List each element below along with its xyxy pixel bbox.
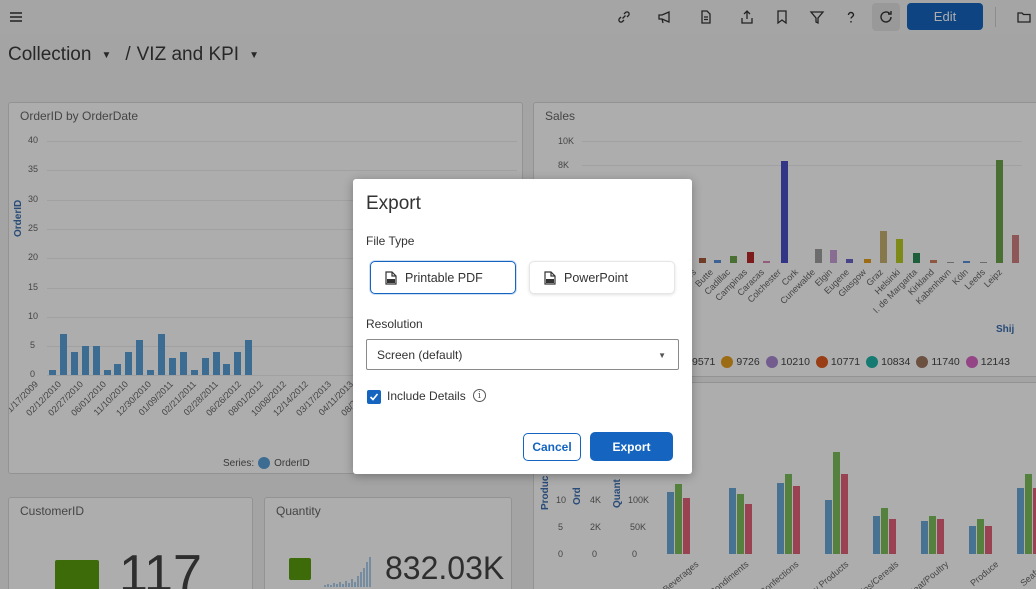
cancel-button[interactable]: Cancel xyxy=(523,433,581,461)
printable-pdf-option[interactable]: Printable PDF xyxy=(370,261,516,294)
include-details-checkbox[interactable] xyxy=(367,390,381,404)
export-button[interactable]: Export xyxy=(590,432,673,461)
chevron-down-icon: ▼ xyxy=(658,351,666,360)
resolution-value: Screen (default) xyxy=(377,347,463,362)
resolution-label: Resolution xyxy=(366,317,423,331)
dialog-title: Export xyxy=(366,193,421,214)
info-icon[interactable]: i xyxy=(473,389,486,402)
include-details-label[interactable]: Include Details xyxy=(387,389,466,403)
checkmark-icon xyxy=(369,393,379,401)
file-type-label: File Type xyxy=(366,234,415,248)
export-dialog: Export File Type Printable PDF PowerPoin… xyxy=(353,179,692,474)
option-label: Printable PDF xyxy=(405,270,483,285)
resolution-select[interactable]: Screen (default) ▼ xyxy=(366,339,679,370)
pdf-file-icon xyxy=(385,270,397,285)
ppt-file-icon xyxy=(544,270,556,285)
powerpoint-option[interactable]: PowerPoint xyxy=(529,261,675,294)
option-label: PowerPoint xyxy=(564,270,628,285)
